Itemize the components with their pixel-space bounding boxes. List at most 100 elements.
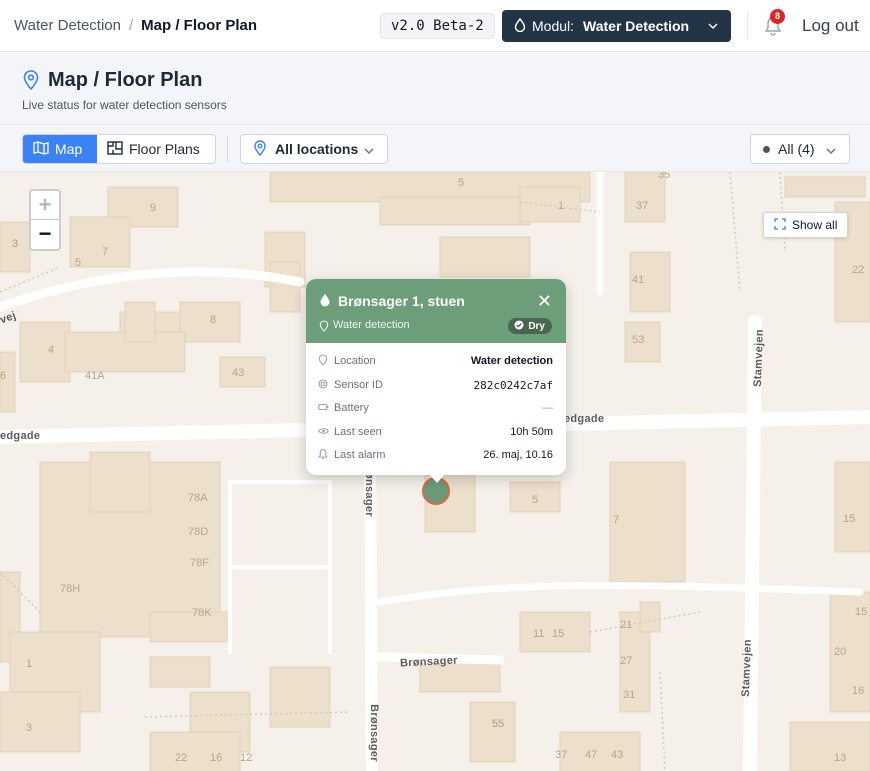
page-title: Map / Floor Plan [48, 69, 203, 91]
popup-header: Brønsager 1, stuen ✕ Water detection Dry [306, 279, 566, 343]
house-number: 3 [12, 238, 19, 250]
detail-label: Last seen [334, 425, 382, 438]
detail-row-last-alarm: Last alarm 26. maj, 10.16 [306, 445, 566, 469]
popup-details: Location Water detection Sensor ID 282c0… [306, 351, 566, 469]
show-all-button[interactable]: Show all [763, 212, 849, 238]
house-number: 41A [85, 370, 105, 382]
expand-icon [774, 217, 786, 233]
view-map-button[interactable]: Map [23, 135, 97, 163]
house-number: 47 [585, 749, 598, 761]
house-number: 15 [552, 628, 565, 640]
street-label: edgade [564, 413, 605, 425]
map-canvas[interactable]: edgade edgade Brønsager Brønsager Stamve… [0, 172, 870, 771]
detail-row-battery: Battery — [306, 398, 566, 422]
house-number: 7 [613, 514, 620, 526]
house-number: 78A [188, 492, 208, 504]
detail-value: 26. maj, 10.16 [483, 449, 553, 461]
house-number: 43 [611, 749, 624, 761]
house-number: 78D [188, 526, 209, 538]
house-number: 11 [533, 628, 545, 640]
popup-tail [428, 473, 446, 483]
breadcrumb-root[interactable]: Water Detection [14, 17, 121, 34]
breadcrumb: Water Detection / Map / Floor Plan [14, 17, 257, 34]
page-header: Map / Floor Plan Live status for water d… [0, 53, 870, 125]
logout-button[interactable]: Log out [802, 16, 859, 36]
map-icon [33, 140, 49, 158]
house-number: 16 [210, 752, 223, 764]
breadcrumb-separator: / [129, 17, 134, 34]
house-number: 37 [555, 749, 568, 761]
chevron-down-icon [363, 144, 375, 160]
house-number: 6 [0, 370, 7, 382]
status-filter-dropdown[interactable]: All (4) [750, 134, 850, 164]
map-pin-icon [318, 354, 328, 369]
status-filter-label: All (4) [778, 141, 815, 157]
zoom-in-button[interactable]: + [31, 191, 59, 220]
house-number: 7 [102, 246, 109, 258]
divider [227, 136, 228, 162]
breadcrumb-current: Map / Floor Plan [141, 17, 258, 34]
chip-icon [318, 378, 328, 393]
locations-dropdown[interactable]: All locations [240, 134, 388, 164]
chevron-down-icon [707, 19, 719, 35]
detail-row-location: Location Water detection [306, 351, 566, 375]
house-number: 8 [210, 314, 217, 326]
check-circle-icon [514, 320, 524, 333]
house-number: 22 [175, 752, 188, 764]
zoom-controls: + − [29, 189, 61, 251]
house-number: 15 [855, 606, 868, 618]
house-number: 21 [620, 619, 633, 631]
street-label: Stamvejen [751, 328, 766, 388]
status-badge: Dry [508, 318, 552, 334]
house-number: 43 [232, 367, 245, 379]
view-toggle: Map Floor Plans [22, 134, 216, 164]
map-pin-icon [253, 139, 267, 159]
water-drop-icon [514, 17, 526, 35]
house-number: 5 [75, 257, 82, 269]
house-number: 78K [192, 607, 212, 619]
view-floorplans-button[interactable]: Floor Plans [97, 135, 215, 163]
house-number: 5 [532, 494, 539, 506]
detail-label: Sensor ID [334, 378, 383, 391]
floorplan-icon [107, 140, 123, 158]
detail-value: 282c0242c7af [473, 378, 553, 392]
house-number: 78F [190, 557, 209, 569]
house-number: 22 [852, 264, 865, 276]
house-number: 16 [852, 685, 865, 697]
street-label: edgade [0, 430, 41, 442]
locations-label: All locations [275, 141, 359, 157]
notification-badge: 8 [770, 9, 785, 24]
street-label: Brønsager [367, 704, 380, 762]
zoom-out-button[interactable]: − [31, 220, 59, 249]
map-pin-icon [22, 70, 40, 95]
house-number: 4 [48, 344, 55, 356]
house-number: 1 [558, 200, 565, 212]
battery-icon [318, 401, 329, 416]
detail-label: Battery [334, 402, 369, 414]
module-label: Modul: [532, 18, 575, 34]
house-number: 31 [623, 689, 636, 701]
detail-row-sensor-id: Sensor ID 282c0242c7af [306, 375, 566, 399]
page-subtitle: Live status for water detection sensors [22, 98, 227, 112]
toolbar: Map Floor Plans All locations All (4) [0, 126, 870, 172]
house-number: 37 [636, 200, 649, 212]
house-number: 41 [632, 274, 645, 286]
divider [747, 12, 748, 40]
detail-label: Location [334, 355, 376, 367]
map-pin-icon [319, 319, 329, 337]
house-number: 12 [240, 752, 253, 764]
top-bar: Water Detection / Map / Floor Plan v2.0 … [0, 0, 870, 52]
house-number: 27 [620, 655, 633, 667]
eye-icon [318, 425, 329, 440]
water-drop-icon [319, 293, 331, 312]
view-map-label: Map [55, 141, 83, 157]
house-number: 20 [834, 646, 847, 658]
close-button[interactable]: ✕ [537, 291, 552, 312]
module-selector[interactable]: Modul: Water Detection [502, 10, 731, 42]
house-number: 15 [843, 513, 856, 525]
view-floorplans-label: Floor Plans [129, 141, 200, 157]
house-number: 53 [632, 334, 645, 346]
show-all-label: Show all [792, 218, 838, 232]
house-number: 78H [60, 583, 81, 595]
house-number: 35 [658, 172, 671, 181]
